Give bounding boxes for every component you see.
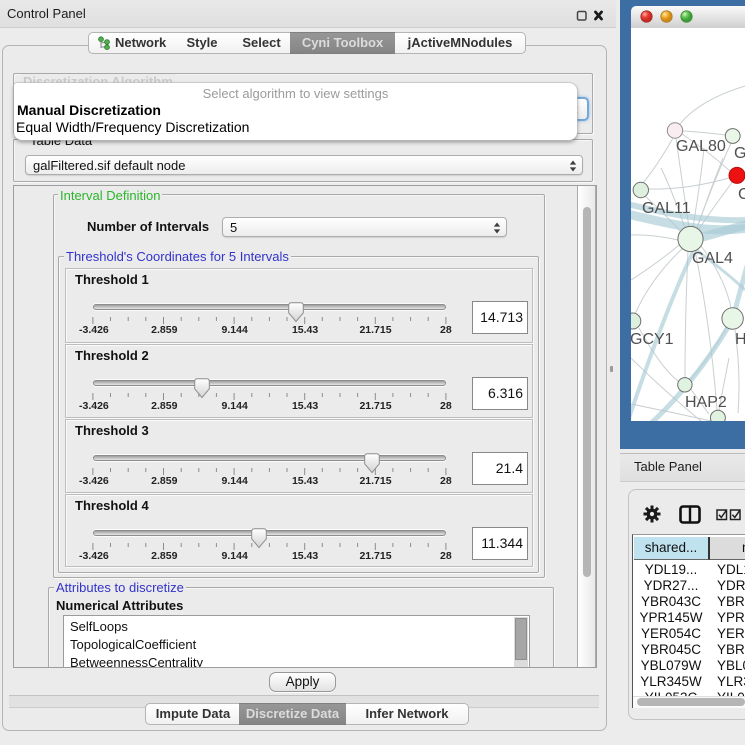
svg-text:G.: G. xyxy=(734,145,745,162)
svg-text:C: C xyxy=(738,186,745,203)
svg-text:GAL80: GAL80 xyxy=(676,138,726,155)
svg-text:H: H xyxy=(735,331,745,348)
svg-text:GAL4: GAL4 xyxy=(692,250,733,267)
svg-text:GCY1: GCY1 xyxy=(631,331,674,348)
svg-text:GAL11: GAL11 xyxy=(642,200,691,217)
svg-text:HAP2: HAP2 xyxy=(685,394,727,411)
